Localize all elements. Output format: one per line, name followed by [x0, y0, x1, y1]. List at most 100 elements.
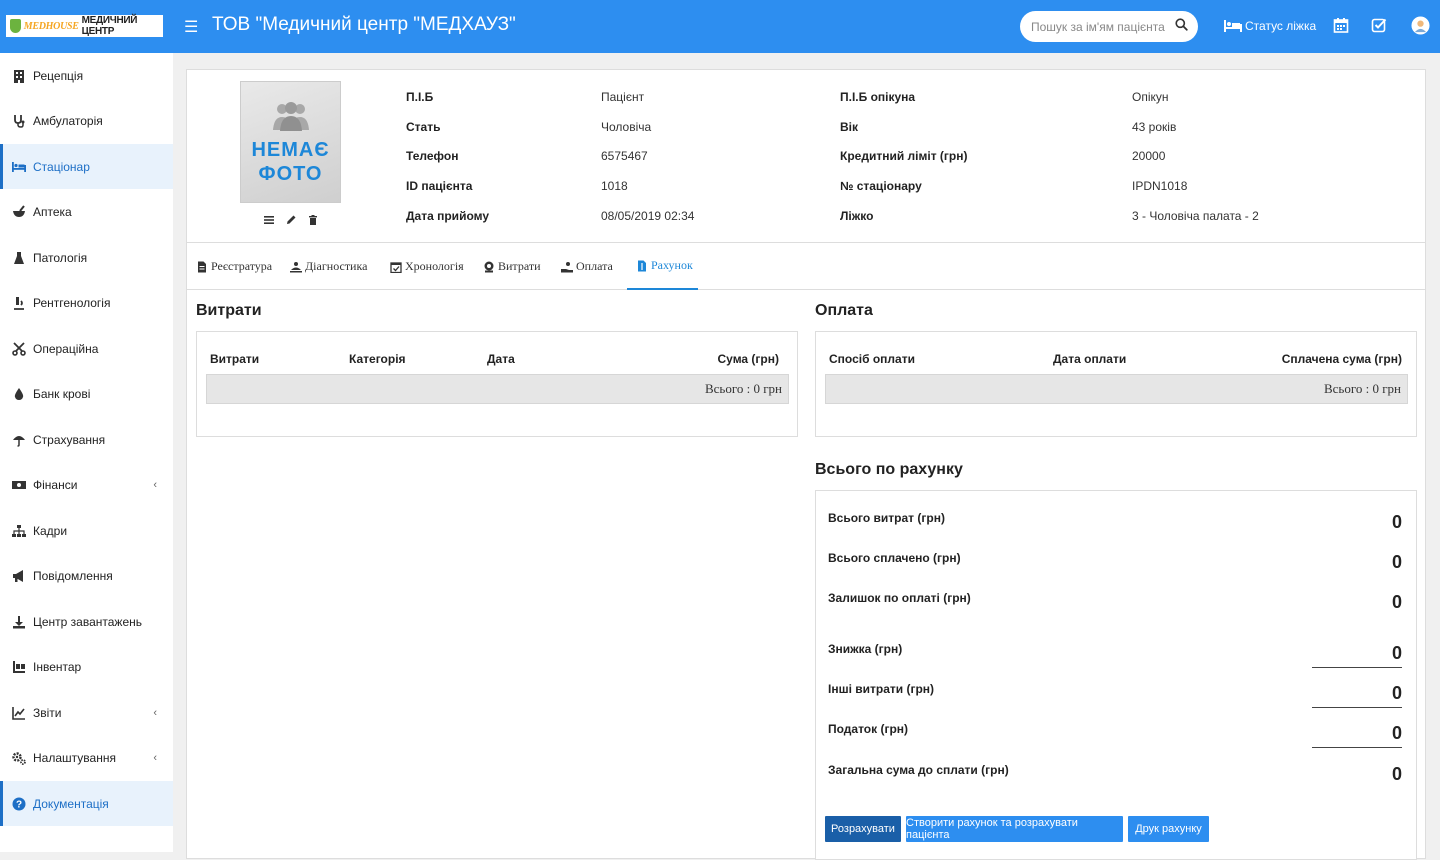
summary-value-total-paid: 0: [1391, 552, 1402, 572]
sidebar-item-label: Амбулаторія: [33, 113, 103, 128]
info-label-patient-id: ID пацієнта: [406, 179, 473, 193]
patient-bill-panel: НЕМАЄ ФОТО П.І.Б Пацієнт Стать Чоловіча …: [186, 69, 1426, 860]
question-icon: ?: [12, 797, 26, 810]
discount-input-underline: [1312, 667, 1402, 668]
bill-summary-panel: Всього витрат (грн) 0 Всього сплачено (г…: [815, 490, 1417, 860]
hamburger-menu-icon[interactable]: ☰: [184, 17, 198, 37]
sidebar-item-download-center[interactable]: Центр завантажень: [0, 599, 173, 644]
payment-hand-icon: [561, 261, 573, 272]
summary-label-tax: Податок (грн): [828, 722, 909, 736]
tax-input[interactable]: 0: [1392, 723, 1402, 744]
sidebar-item-hr[interactable]: Кадри: [0, 508, 173, 553]
expenses-title: Витрати: [196, 302, 262, 319]
file-icon: [198, 261, 206, 272]
drop-icon: [14, 387, 24, 400]
info-value-phone: 6575467: [601, 149, 648, 163]
calculate-button[interactable]: Розрахувати: [825, 816, 901, 842]
column-header: Спосіб оплати: [829, 352, 915, 366]
pencil-icon[interactable]: [285, 214, 297, 226]
sidebar-item-blood-bank[interactable]: Банк крові: [0, 371, 173, 416]
sidebar-item-label: Патологія: [33, 250, 88, 265]
sidebar-item-reports[interactable]: Звіти ‹: [0, 690, 173, 735]
column-header: Дата оплати: [1053, 352, 1127, 366]
sidebar-item-outpatient[interactable]: Амбулаторія: [0, 98, 173, 143]
diagnostics-icon: [290, 261, 302, 272]
trash-icon[interactable]: [307, 214, 319, 226]
sidebar-item-reception[interactable]: Рецепція: [0, 53, 173, 98]
chevron-left-icon: ‹: [153, 478, 157, 491]
sidebar-item-label: Рецепція: [33, 68, 84, 83]
sidebar-item-notifications[interactable]: Повідомлення: [0, 553, 173, 598]
page-title: ТОВ "Медичний центр "МЕДХАУЗ": [212, 14, 516, 35]
sidebar-item-inventory[interactable]: Інвентар: [0, 644, 173, 689]
info-label-admission-date: Дата прийому: [406, 209, 490, 223]
info-label-guardian: П.І.Б опікуна: [840, 90, 916, 104]
tab-expenses[interactable]: Витрати: [483, 243, 541, 290]
sidebar-item-documentation[interactable]: ? Документація: [0, 781, 173, 826]
sidebar-item-label: Кадри: [33, 523, 68, 538]
calendar-icon[interactable]: [1333, 17, 1349, 33]
tab-label: Діагностика: [305, 259, 368, 273]
search-icon[interactable]: [1175, 18, 1188, 31]
sidebar-item-settings[interactable]: Налаштування ‹: [0, 735, 173, 780]
logo-brand: MEDHOUSE: [23, 20, 79, 32]
tab-diagnostics[interactable]: Діагностика: [290, 243, 367, 290]
patient-search-input[interactable]: Пошук за ім'ям пацієнта: [1020, 11, 1198, 42]
column-header: Дата: [487, 352, 515, 366]
info-label-gender: Стать: [406, 120, 441, 134]
tax-input-underline: [1312, 747, 1402, 748]
sidebar-item-label: Рентгенологія: [33, 295, 111, 310]
summary-value-grand-total: 0: [1391, 764, 1402, 784]
building-icon: [14, 69, 24, 83]
user-avatar-icon[interactable]: [1411, 16, 1430, 35]
list-icon[interactable]: [263, 214, 275, 226]
tab-registry[interactable]: Реєстратура: [196, 243, 272, 290]
sidebar-item-pharmacy[interactable]: Аптека: [0, 189, 173, 234]
inventory-icon: [13, 660, 25, 673]
summary-label-discount: Знижка (грн): [828, 642, 903, 656]
photo-actions: [263, 214, 319, 226]
info-value-name: Пацієнт: [601, 90, 645, 104]
sidebar-item-pathology[interactable]: Патологія: [0, 235, 173, 280]
sidebar-item-inpatient[interactable]: Стаціонар: [0, 144, 173, 189]
discount-input[interactable]: 0: [1392, 643, 1402, 664]
no-photo-line1: НЕМАЄ: [251, 139, 330, 161]
money-icon: [12, 480, 26, 489]
patient-tabs: Реєстратура Діагностика Хронологія Витра…: [187, 242, 1425, 290]
other-charges-input[interactable]: 0: [1392, 683, 1402, 704]
tab-payment[interactable]: Оплата: [561, 243, 613, 290]
column-header: Сплачена сума (грн): [1281, 352, 1402, 366]
sidebar-item-label: Страхування: [33, 432, 106, 447]
bed-status-link[interactable]: Статус ліжка: [1224, 19, 1316, 33]
info-value-ipd-number: IPDN1018: [1132, 179, 1188, 193]
calendar-check-icon: [390, 261, 402, 273]
stethoscope-icon: [14, 114, 25, 128]
microscope-icon: [14, 296, 24, 310]
app-logo[interactable]: MEDHOUSE МЕДИЧНИЙ ЦЕНТР: [6, 15, 163, 37]
sidebar-item-label: Звіти: [33, 705, 62, 720]
create-bill-and-discharge-button[interactable]: Створити рахунок та розрахувати пацієнта: [906, 816, 1123, 842]
info-label-phone: Телефон: [406, 149, 459, 163]
payments-total: Всього : 0 грн: [825, 374, 1408, 404]
tab-bill[interactable]: Рахунок: [627, 243, 698, 290]
summary-value-total-expenses: 0: [1391, 512, 1402, 532]
download-icon: [13, 615, 25, 628]
search-placeholder: Пошук за ім'ям пацієнта: [1031, 19, 1165, 34]
tasks-checkbox-icon[interactable]: [1371, 17, 1387, 33]
sidebar-item-label: Центр завантажень: [33, 614, 143, 629]
sidebar-item-finance[interactable]: Фінанси ‹: [0, 462, 173, 507]
sitemap-icon: [12, 524, 26, 537]
sidebar-item-radiology[interactable]: Рентгенологія: [0, 280, 173, 325]
print-bill-button[interactable]: Друк рахунку: [1128, 816, 1209, 842]
sidebar-item-insurance[interactable]: Страхування: [0, 417, 173, 462]
info-label-credit-limit: Кредитний ліміт (грн): [840, 149, 968, 163]
info-value-guardian: Опікун: [1132, 90, 1169, 104]
info-label-age: Вік: [840, 120, 859, 134]
cogs-icon: [12, 751, 26, 765]
column-header: Витрати: [210, 352, 260, 366]
coins-icon: [484, 261, 494, 272]
tab-timeline[interactable]: Хронологія: [390, 243, 464, 290]
sidebar-item-label: Банк крові: [33, 386, 91, 401]
sidebar-item-label: Фінанси: [33, 477, 78, 492]
sidebar-item-operating-room[interactable]: Операційна: [0, 326, 173, 371]
